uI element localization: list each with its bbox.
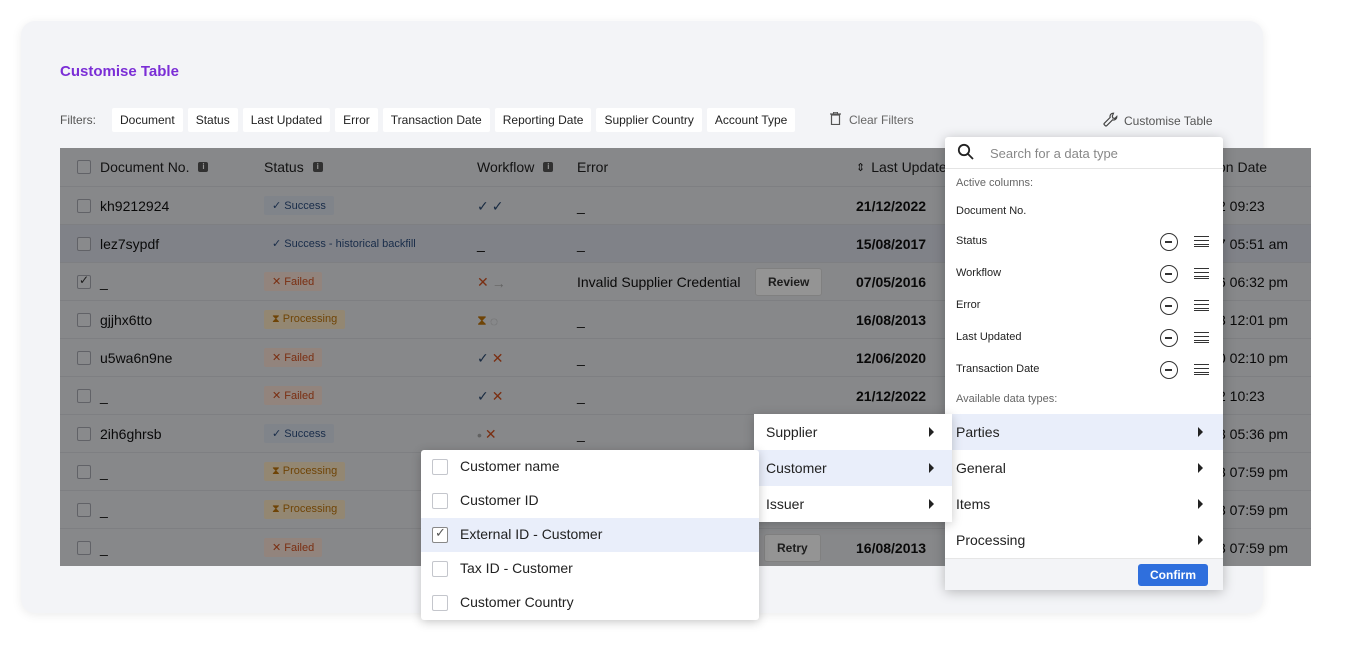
remove-column-icon[interactable] — [1160, 233, 1178, 251]
drag-handle-icon[interactable] — [1194, 268, 1209, 279]
chevron-right-icon — [1198, 463, 1203, 473]
data-type-label: Items — [956, 496, 991, 512]
option-checkbox[interactable] — [432, 493, 448, 509]
drag-handle-icon[interactable] — [1194, 236, 1209, 247]
filter-chip-reporting-date[interactable]: Reporting Date — [494, 108, 592, 132]
drag-handle-icon[interactable] — [1194, 332, 1209, 343]
data-type-processing[interactable]: Processing — [945, 522, 1223, 558]
active-column-item: Workflow — [956, 267, 1002, 279]
clear-filters-label: Clear Filters — [849, 113, 914, 127]
active-column-item: Document No. — [956, 205, 1027, 217]
remove-column-icon[interactable] — [1160, 297, 1178, 315]
parties-item-issuer[interactable]: Issuer — [754, 486, 952, 522]
filter-chip-supplier-country[interactable]: Supplier Country — [596, 108, 702, 132]
column-actions — [1160, 361, 1220, 381]
option-label: External ID - Customer — [460, 526, 603, 542]
data-type-label: Parties — [956, 424, 1000, 440]
option-checkbox[interactable] — [432, 595, 448, 611]
data-type-label: Processing — [956, 532, 1026, 548]
data-type-parties[interactable]: Parties — [945, 414, 1223, 450]
option-label: Customer ID — [460, 492, 539, 508]
filter-chip-last-updated[interactable]: Last Updated — [242, 108, 331, 132]
parties-item-customer[interactable]: Customer — [754, 450, 952, 486]
parties-submenu: Supplier Customer Issuer — [754, 414, 952, 522]
filter-bar: Filters: Document Status Last Updated Er… — [60, 108, 800, 132]
column-actions — [1160, 329, 1220, 349]
filter-chip-error[interactable]: Error — [335, 108, 378, 132]
customer-field-option[interactable]: Customer Country — [421, 586, 759, 620]
active-column-item: Status — [956, 235, 988, 247]
active-column-item: Error — [956, 299, 981, 311]
chevron-right-icon — [929, 427, 934, 437]
active-columns-label: Active columns: — [956, 177, 1034, 189]
search-input[interactable] — [990, 143, 1210, 163]
parties-item-supplier[interactable]: Supplier — [754, 414, 952, 450]
remove-column-icon[interactable] — [1160, 265, 1178, 283]
remove-column-icon[interactable] — [1160, 361, 1178, 379]
page-title: Customise Table — [60, 63, 179, 80]
customer-field-option[interactable]: Customer ID — [421, 484, 759, 518]
option-checkbox[interactable] — [432, 459, 448, 475]
confirm-button[interactable]: Confirm — [1138, 564, 1208, 586]
parties-item-label: Supplier — [766, 424, 818, 440]
filter-chip-document[interactable]: Document — [112, 108, 183, 132]
option-label: Tax ID - Customer — [460, 560, 573, 576]
filter-chip-account-type[interactable]: Account Type — [706, 108, 796, 132]
option-checkbox[interactable] — [432, 525, 448, 543]
trash-icon — [830, 111, 841, 128]
customer-field-option[interactable]: Tax ID - Customer — [421, 552, 759, 586]
remove-column-icon[interactable] — [1160, 329, 1178, 347]
customer-field-option[interactable]: External ID - Customer — [421, 518, 759, 552]
data-type-label: General — [956, 460, 1006, 476]
drag-handle-icon[interactable] — [1194, 300, 1209, 311]
customise-columns-panel: Active columns: Document No. Status Workfl… — [945, 137, 1223, 590]
parties-item-label: Customer — [766, 460, 827, 476]
column-actions — [1160, 297, 1220, 317]
chevron-right-icon — [1198, 535, 1203, 545]
search-icon — [957, 143, 975, 166]
chevron-right-icon — [1198, 427, 1203, 437]
parties-item-label: Issuer — [766, 496, 805, 512]
filter-chip-transaction-date[interactable]: Transaction Date — [382, 108, 490, 132]
chevron-right-icon — [1198, 499, 1203, 509]
column-actions — [1160, 233, 1220, 253]
active-column-item: Last Updated — [956, 331, 1022, 343]
customise-table-button[interactable]: Customise Table — [1103, 112, 1213, 130]
chevron-right-icon — [929, 499, 934, 509]
customise-table-label: Customise Table — [1124, 114, 1213, 128]
column-actions — [1160, 265, 1220, 285]
option-label: Customer name — [460, 458, 560, 474]
data-type-search — [945, 137, 1223, 169]
option-label: Customer Country — [460, 594, 574, 610]
customer-submenu: Customer name Customer ID External ID - Cu… — [421, 450, 759, 620]
wrench-icon — [1103, 112, 1118, 130]
data-type-items[interactable]: Items — [945, 486, 1223, 522]
active-column-item: Transaction Date — [956, 363, 1040, 375]
clear-filters-button[interactable]: Clear Filters — [830, 111, 914, 128]
drag-handle-icon[interactable] — [1194, 364, 1209, 375]
customer-field-option[interactable]: Customer name — [421, 450, 759, 484]
filter-chip-status[interactable]: Status — [187, 108, 238, 132]
option-checkbox[interactable] — [432, 561, 448, 577]
data-type-general[interactable]: General — [945, 450, 1223, 486]
filters-label: Filters: — [60, 113, 96, 127]
chevron-right-icon — [929, 463, 934, 473]
available-types-label: Available data types: — [956, 393, 1058, 405]
